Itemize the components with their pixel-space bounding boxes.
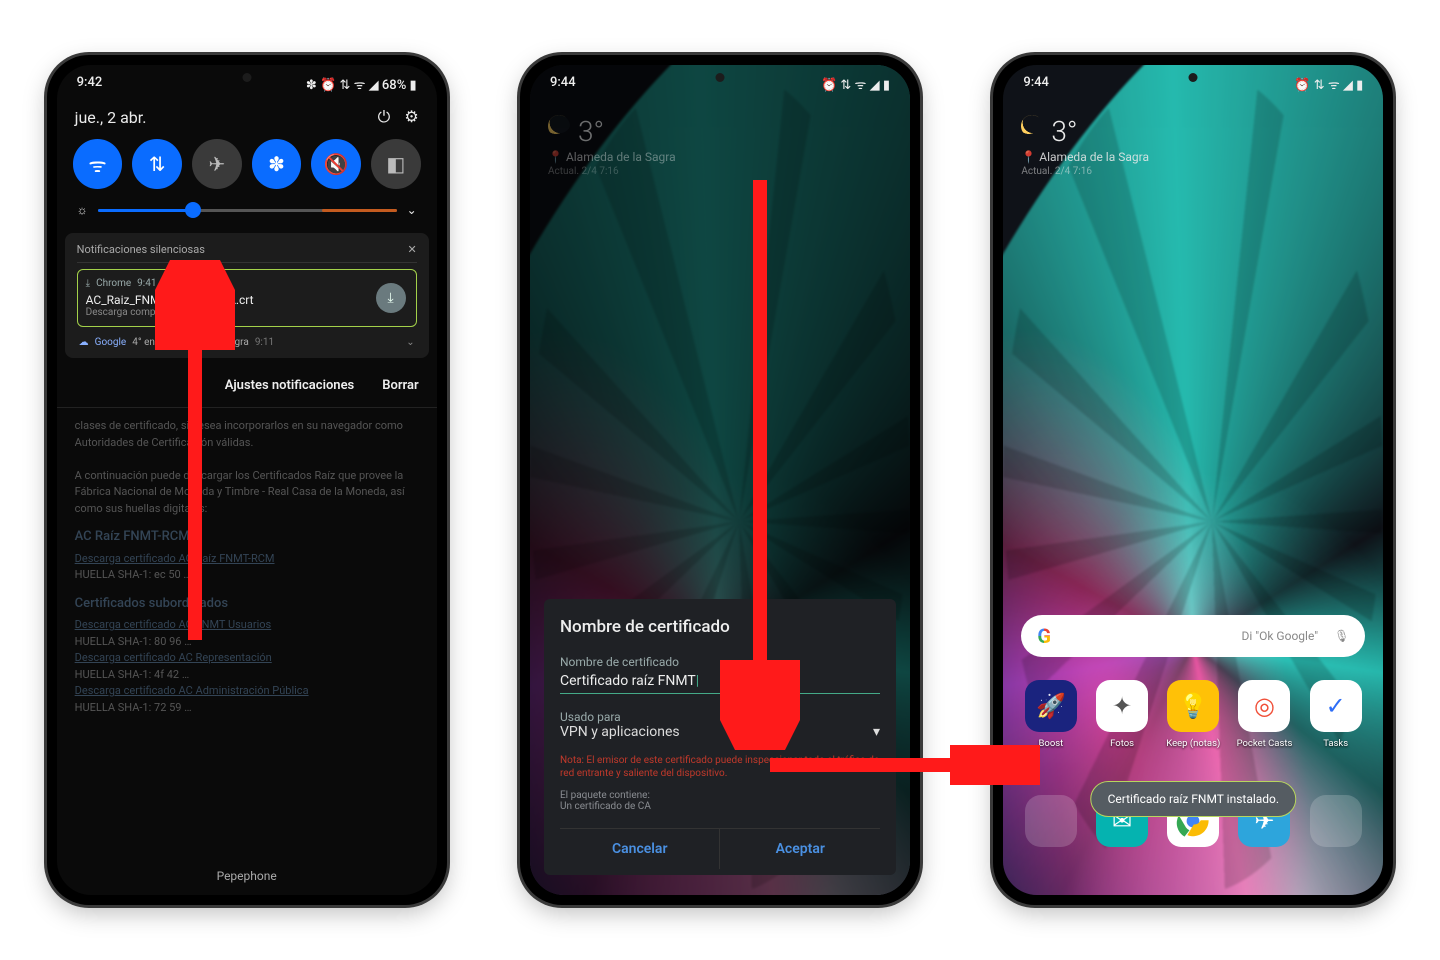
app-icon: ✦ [1096,680,1148,732]
cert-warning: Nota: El emisor de este certificado pued… [560,754,880,780]
close-icon[interactable]: ✕ [407,243,416,256]
qs-airplane[interactable]: ✈ [192,139,242,189]
app-boost[interactable]: 🚀 Boost [1020,680,1082,749]
location-pin-icon: 📍 [1021,150,1036,164]
cancel-button[interactable]: Cancelar [560,829,721,869]
gear-icon[interactable]: ⚙ [404,107,418,127]
moon-icon [1021,115,1043,137]
brightness-low-icon: ☼ [77,203,88,217]
app-pocket-casts[interactable]: ◎ Pocket Casts [1233,680,1295,749]
status-icons: ⏰ ⇅ ᯤ ◢ ▮ [821,75,890,93]
shade-date: jue., 2 abr. [75,108,147,127]
cert-name-label: Nombre de certificado [560,655,880,669]
qs-mute[interactable]: 🔇 [311,139,361,189]
notif-subtitle: Descarga completa • 1,38 kB [86,307,408,318]
app-label: Keep (notas) [1166,738,1220,749]
cert-name-input[interactable]: Certificado raíz FNMT [560,669,880,694]
chevron-down-icon[interactable]: ⌄ [406,337,414,348]
app-fotos[interactable]: ✦ Fotos [1091,680,1153,749]
weather-widget[interactable]: 3° 📍Alameda de la Sagra Actual. 2/4 7:16 [548,115,676,177]
google-logo-icon: G [1037,624,1051,648]
status-clock: 9:44 [550,75,576,93]
app-row-1: 🚀 Boost ✦ Fotos 💡 Keep (notas) ◎ Pocket Casts ✓ T… [1003,680,1383,749]
weather-widget[interactable]: 3° 📍Alameda de la Sagra Actual. 2/4 7:16 [1021,115,1149,177]
dialog-title: Nombre de certificado [560,617,880,637]
silent-notifications-card: Notificaciones silenciosas ✕ ⤓ Chrome 9:… [65,233,429,358]
mic-icon[interactable]: 🎙 [1334,629,1349,643]
accept-button[interactable]: Aceptar [720,829,880,869]
certificate-installed-toast: Certificado raíz FNMT instalado. [1091,781,1297,817]
background-webpage: clases de certificado, si desea incorpor… [57,408,437,838]
google-weather-notification[interactable]: ☁ Google 4° en Alameda de la Sagra 9:11 … [77,327,417,348]
google-app: Google [95,337,127,348]
status-bar: 9:44 ⏰ ⇅ ᯤ ◢ ▮ [1003,65,1383,97]
silent-header: Notificaciones silenciosas [77,243,205,256]
quick-settings-row: ᯤ ⇅ ✈ ✽ 🔇 ◧ [57,133,437,195]
phone-3-home-toast: 9:44 ⏰ ⇅ ᯤ ◢ ▮ 3° 📍Alameda de la Sagra A… [993,55,1393,905]
phone-1-notification-shade: 9:42 ✽ ⏰ ⇅ ᯤ ◢ 68% ▮ jue., 2 abr. ⏻ ⚙ ᯤ … [47,55,447,905]
app-icon: 🚀 [1025,680,1077,732]
notif-app: Chrome [96,278,131,289]
notif-title: AC_Raiz_FNMT-RCM_SHA2…crt [86,293,408,307]
download-done-icon: ⤓ [376,283,406,313]
download-icon: ⤓ [86,278,90,289]
notif-time: 9:41 [137,278,156,289]
location-pin-icon: 📍 [548,150,563,164]
status-clock: 9:44 [1023,75,1049,93]
status-bar: 9:42 ✽ ⏰ ⇅ ᯤ ◢ 68% ▮ [57,65,437,97]
status-icons: ✽ ⏰ ⇅ ᯤ ◢ 68% ▮ [306,75,417,93]
app-label: Fotos [1110,738,1134,749]
status-icons: ⏰ ⇅ ᯤ ◢ ▮ [1294,75,1363,93]
status-bar: 9:44 ⏰ ⇅ ᯤ ◢ ▮ [530,65,910,97]
use-for-dropdown[interactable]: VPN y aplicaciones ▾ [560,724,880,740]
google-time: 9:11 [255,337,274,348]
search-hint: Di "Ok Google" [1242,629,1319,643]
app-label: Tasks [1323,738,1348,749]
folder-1[interactable] [1020,795,1082,847]
folder-2[interactable] [1305,795,1367,847]
cloud-icon: ☁ [79,337,89,348]
use-for-label: Usado para [560,710,880,724]
certificate-name-dialog: Nombre de certificado Nombre de certific… [544,599,896,875]
power-icon[interactable]: ⏻ [378,107,391,127]
qs-extra[interactable]: ◧ [371,139,421,189]
notification-settings-button[interactable]: Ajustes notificaciones [225,378,355,393]
app-tasks[interactable]: ✓ Tasks [1305,680,1367,749]
chevron-down-icon[interactable]: ⌄ [407,203,417,217]
status-clock: 9:42 [77,75,103,93]
clear-notifications-button[interactable]: Borrar [382,378,418,393]
dropdown-caret-icon: ▾ [873,724,880,740]
phone-2-cert-dialog: 9:44 ⏰ ⇅ ᯤ ◢ ▮ 3° 📍Alameda de la Sagra A… [520,55,920,905]
moon-icon [548,115,570,137]
carrier-label: Pepephone [57,869,437,883]
google-text: 4° en Alameda de la Sagra [132,337,249,348]
app-icon: ◎ [1238,680,1290,732]
qs-data[interactable]: ⇅ [132,139,182,189]
app-icon: 💡 [1167,680,1219,732]
app-keep-notas-[interactable]: 💡 Keep (notas) [1162,680,1224,749]
download-complete-notification[interactable]: ⤓ Chrome 9:41 AC_Raiz_FNMT-RCM_SHA2…crt … [77,269,417,327]
qs-wifi[interactable]: ᯤ [73,139,123,189]
app-label: Pocket Casts [1237,738,1293,749]
brightness-slider[interactable]: ☼ ⌄ [57,195,437,227]
qs-bluetooth[interactable]: ✽ [252,139,302,189]
app-label: Boost [1039,738,1064,749]
app-icon: ✓ [1310,680,1362,732]
google-search-bar[interactable]: G Di "Ok Google" 🎙 [1021,615,1365,657]
